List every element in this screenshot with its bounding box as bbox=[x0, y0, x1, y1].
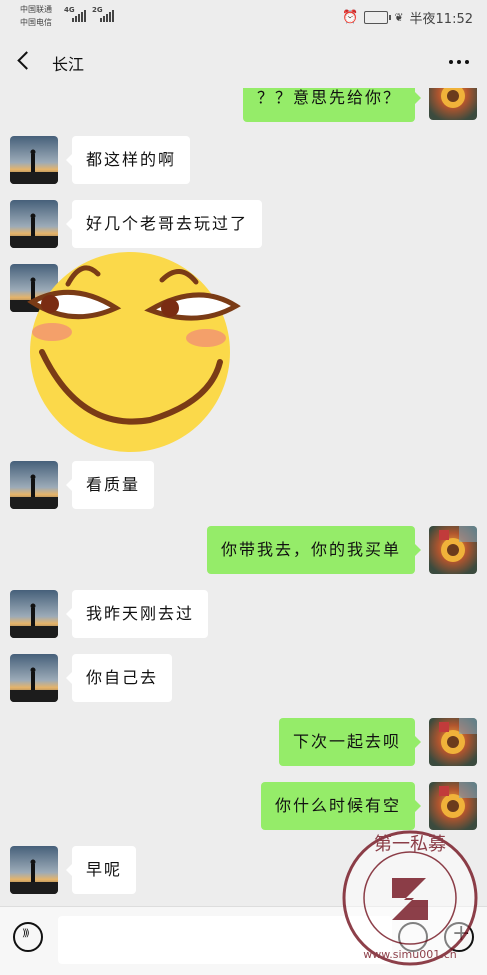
message-row: 好几个老哥去玩过了 bbox=[0, 200, 487, 250]
avatar[interactable] bbox=[429, 782, 477, 830]
smirk-face-sticker[interactable] bbox=[20, 252, 242, 452]
avatar[interactable] bbox=[429, 526, 477, 574]
message-bubble[interactable]: 好几个老哥去玩过了 bbox=[65, 200, 263, 248]
message-row bbox=[0, 252, 487, 452]
message-row: ？？意思先给你？ bbox=[0, 88, 487, 122]
avatar[interactable] bbox=[10, 846, 58, 894]
avatar[interactable] bbox=[10, 200, 58, 248]
clock: 半夜11:52 bbox=[409, 12, 473, 27]
back-icon[interactable] bbox=[14, 50, 36, 72]
carrier-2: 中国电信 bbox=[20, 18, 52, 27]
avatar[interactable] bbox=[10, 136, 58, 184]
watermark-bottom-text: www.simu001.cn bbox=[363, 948, 456, 961]
signal-icon bbox=[100, 10, 114, 22]
status-bar: 中国联通 中国电信 4G 2G ⏰ ❦ 半夜11:52 bbox=[0, 0, 487, 34]
message-row: 下次一起去呗 bbox=[0, 718, 487, 768]
message-row: 我昨天刚去过 bbox=[0, 590, 487, 640]
message-bubble[interactable]: 你什么时候有空 bbox=[260, 782, 422, 830]
more-options-icon[interactable] bbox=[449, 60, 469, 64]
alarm-icon: ⏰ bbox=[342, 10, 359, 25]
message-row: 你什么时候有空 bbox=[0, 782, 487, 832]
status-right: ⏰ ❦ 半夜11:52 bbox=[342, 8, 473, 27]
watermark-top-text: 第一私募 bbox=[374, 834, 446, 855]
message-row: 都这样的啊 bbox=[0, 136, 487, 186]
message-bubble[interactable]: ？？意思先给你？ bbox=[242, 88, 422, 122]
message-bubble[interactable]: 下次一起去呗 bbox=[278, 718, 422, 766]
message-row: 你自己去 bbox=[0, 654, 487, 704]
message-bubble[interactable]: 你带我去，你的我买单 bbox=[206, 526, 422, 574]
message-row: 看质量 bbox=[0, 461, 487, 511]
voice-icon[interactable] bbox=[13, 922, 43, 952]
avatar[interactable] bbox=[10, 654, 58, 702]
avatar[interactable] bbox=[429, 718, 477, 766]
watermark-logo: 第一私募 www.simu001.cn bbox=[340, 828, 480, 968]
chat-header: 长江 bbox=[0, 34, 487, 88]
message-bubble[interactable]: 你自己去 bbox=[65, 654, 173, 702]
avatar[interactable] bbox=[10, 590, 58, 638]
message-bubble[interactable]: 我昨天刚去过 bbox=[65, 590, 209, 638]
signal-icon bbox=[72, 10, 86, 22]
battery-icon bbox=[364, 11, 392, 24]
avatar[interactable] bbox=[429, 88, 477, 120]
message-bubble[interactable]: 看质量 bbox=[65, 461, 155, 509]
message-row: 你带我去，你的我买单 bbox=[0, 526, 487, 576]
leaf-icon: ❦ bbox=[394, 11, 404, 24]
message-bubble[interactable]: 早呢 bbox=[65, 846, 137, 894]
chat-title: 长江 bbox=[52, 55, 85, 74]
chat-area[interactable]: ？？意思先给你？ 都这样的啊 好几个老哥去玩过了 看质量 你带我去，你的我买单 … bbox=[0, 88, 487, 906]
message-bubble[interactable]: 都这样的啊 bbox=[65, 136, 191, 184]
carrier-1: 中国联通 bbox=[20, 5, 52, 14]
avatar[interactable] bbox=[10, 461, 58, 509]
